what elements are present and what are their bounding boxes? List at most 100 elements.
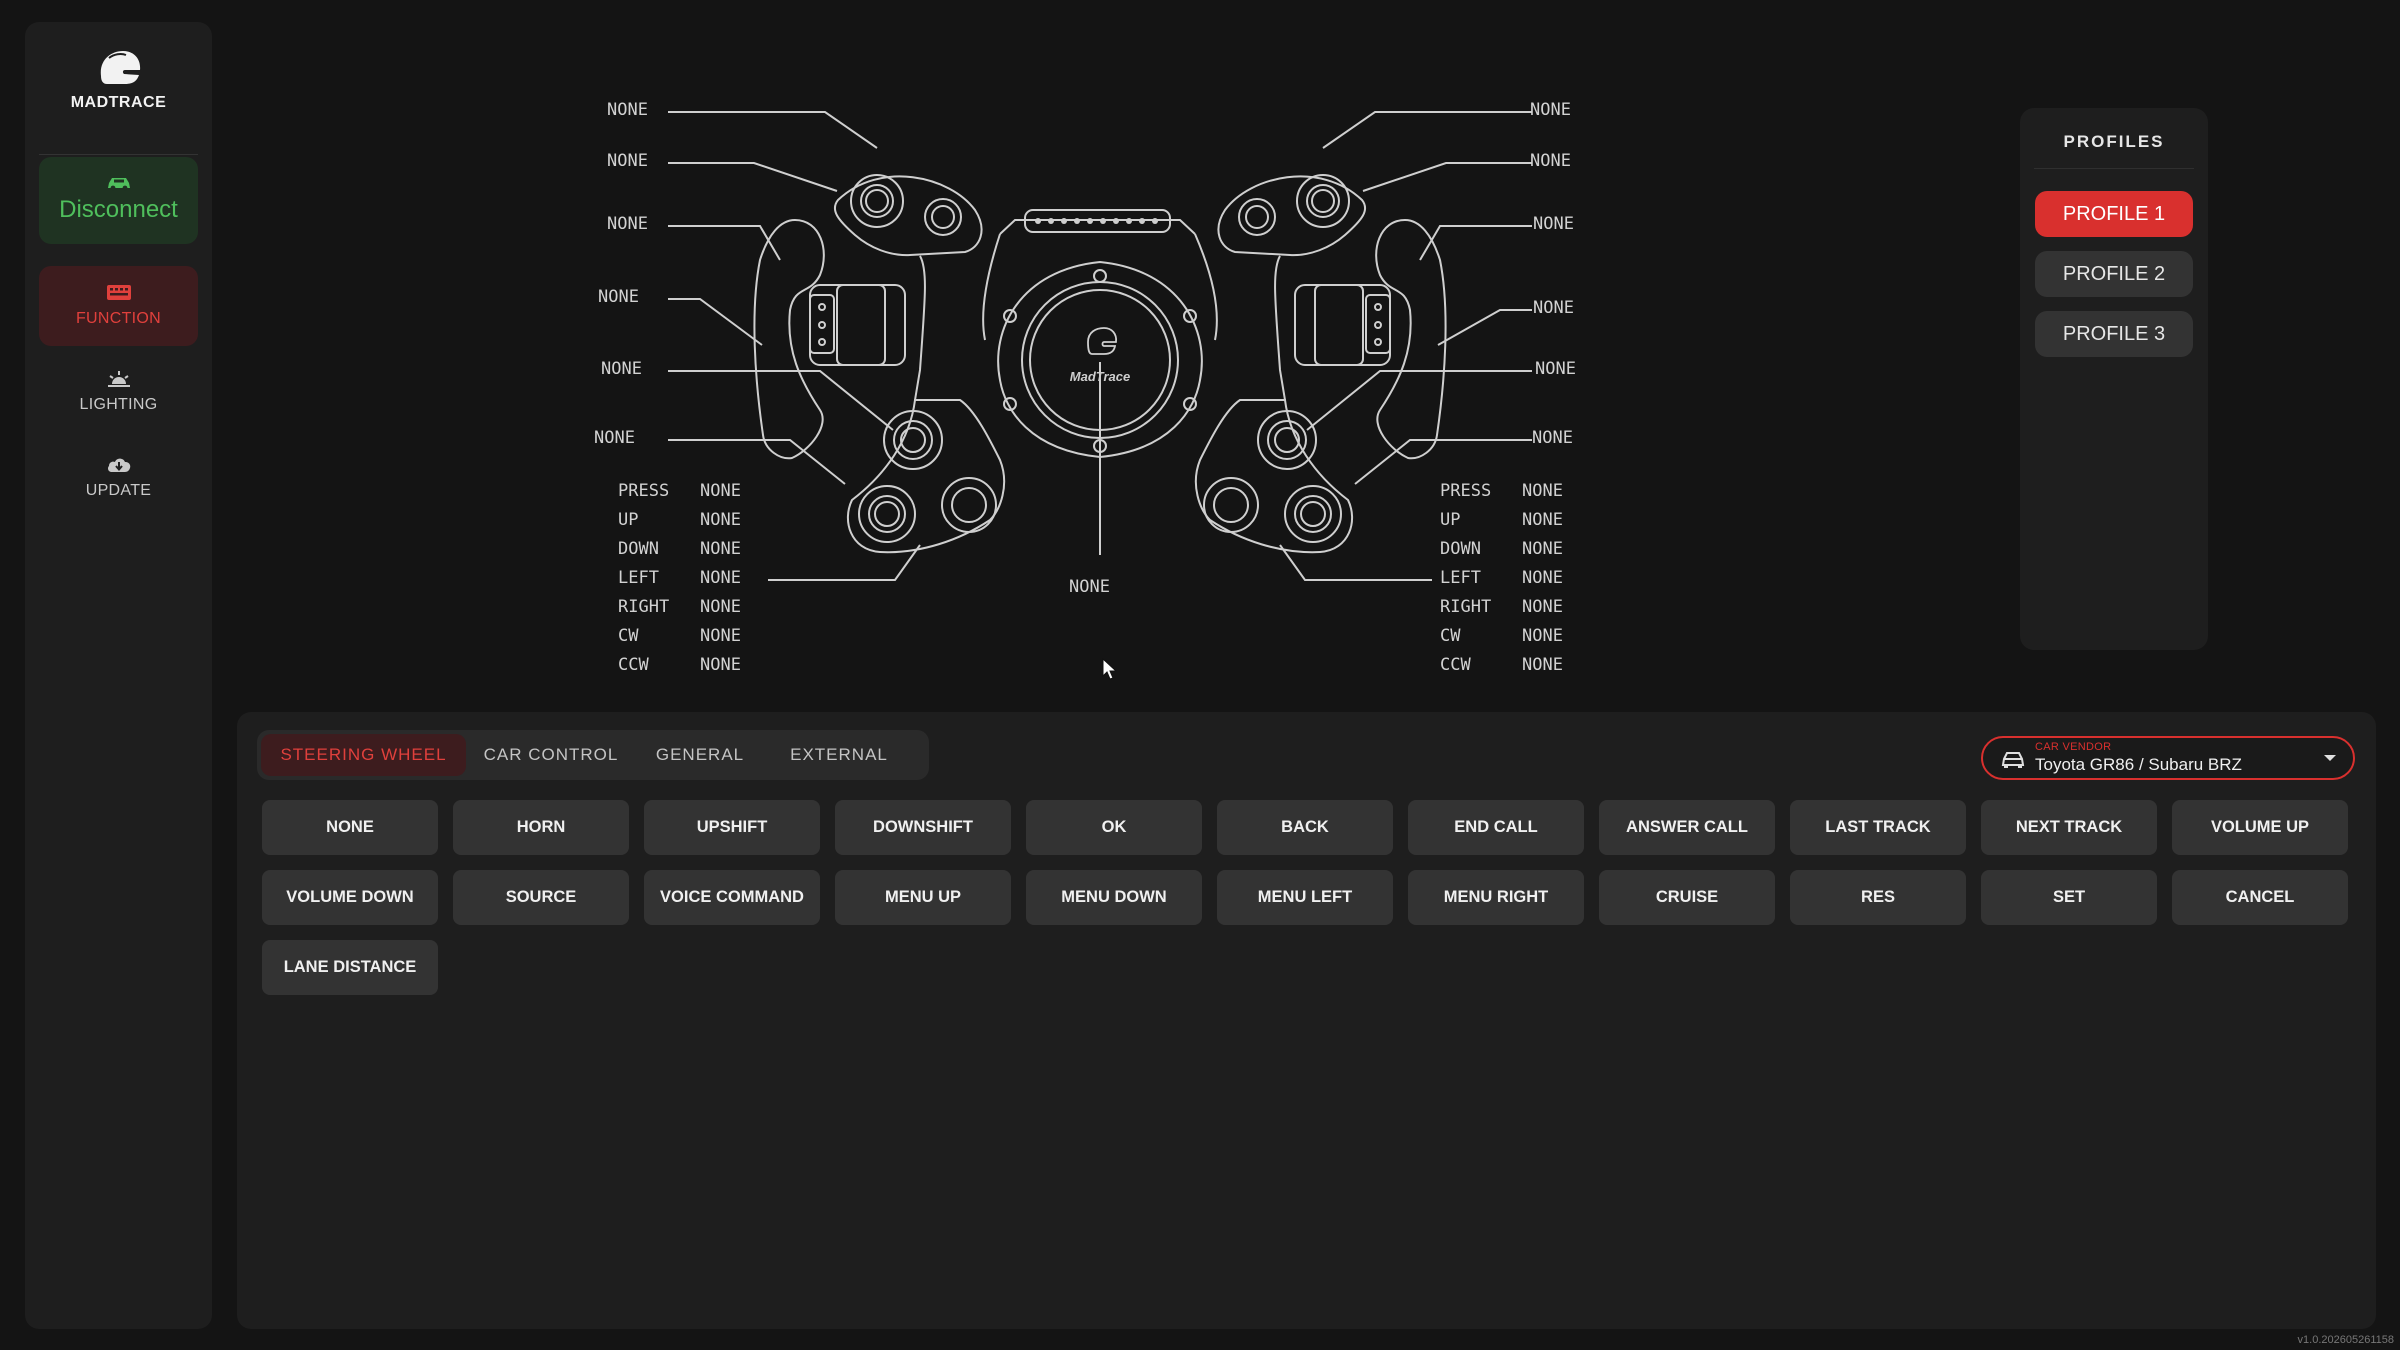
function-button-set[interactable]: SET xyxy=(1981,870,2157,925)
sidebar-item-label: UPDATE xyxy=(85,482,152,499)
encoder-key: CCW xyxy=(618,655,649,675)
cloud-download-icon xyxy=(107,458,130,472)
encoder-key: LEFT xyxy=(1440,568,1481,588)
encoder-row[interactable]: CW NONE xyxy=(1440,622,1563,651)
encoder-row[interactable]: PRESS NONE xyxy=(1440,477,1563,506)
function-button-back[interactable]: BACK xyxy=(1217,800,1393,855)
disconnect-button[interactable]: Disconnect xyxy=(39,157,198,244)
function-button-end-call[interactable]: END CALL xyxy=(1408,800,1584,855)
encoder-value: NONE xyxy=(700,597,741,617)
diagram-label-right-4[interactable]: NONE xyxy=(1533,298,1574,318)
function-button-horn[interactable]: HORN xyxy=(453,800,629,855)
profile-3-button[interactable]: PROFILE 3 xyxy=(2035,311,2193,357)
encoder-value: NONE xyxy=(700,655,741,675)
sidebar-item-label: LIGHTING xyxy=(79,396,158,413)
function-button-answer-call[interactable]: ANSWER CALL xyxy=(1599,800,1775,855)
profile-2-button[interactable]: PROFILE 2 xyxy=(2035,251,2193,297)
logo: MADTRACE xyxy=(25,48,212,112)
mouse-cursor-icon xyxy=(1102,658,1118,680)
function-button-voice-command[interactable]: VOICE COMMAND xyxy=(644,870,820,925)
encoder-key: DOWN xyxy=(1440,539,1481,559)
tab-external[interactable]: EXTERNAL xyxy=(769,734,909,776)
encoder-row[interactable]: RIGHT NONE xyxy=(618,593,741,622)
sidebar-item-update[interactable]: UPDATE xyxy=(39,438,198,518)
function-button-menu-up[interactable]: MENU UP xyxy=(835,870,1011,925)
encoder-value: NONE xyxy=(1522,626,1563,646)
diagram-label-right-3[interactable]: NONE xyxy=(1533,214,1574,234)
encoder-key: RIGHT xyxy=(618,597,670,617)
diagram-label-right-2[interactable]: NONE xyxy=(1530,151,1571,171)
diagram-label-left-4[interactable]: NONE xyxy=(598,287,639,307)
tab-car-control[interactable]: CAR CONTROL xyxy=(471,734,631,776)
helmet-logo-icon xyxy=(100,51,140,84)
function-panel: STEERING WHEEL CAR CONTROL GENERAL EXTER… xyxy=(237,712,2376,1329)
function-button-lane-distance[interactable]: LANE DISTANCE xyxy=(262,940,438,995)
function-button-next-track[interactable]: NEXT TRACK xyxy=(1981,800,2157,855)
function-button-cruise[interactable]: CRUISE xyxy=(1599,870,1775,925)
encoder-key: CW xyxy=(1440,626,1461,646)
diagram-label-right-5[interactable]: NONE xyxy=(1535,359,1576,379)
encoder-value: NONE xyxy=(1522,539,1563,559)
encoder-key: PRESS xyxy=(1440,481,1492,501)
diagram-label-right-6[interactable]: NONE xyxy=(1532,428,1573,448)
function-button-menu-down[interactable]: MENU DOWN xyxy=(1026,870,1202,925)
encoder-row[interactable]: CW NONE xyxy=(618,622,741,651)
profile-1-button[interactable]: PROFILE 1 xyxy=(2035,191,2193,237)
encoder-row[interactable]: LEFT NONE xyxy=(1440,564,1563,593)
function-button-menu-right[interactable]: MENU RIGHT xyxy=(1408,870,1584,925)
diagram-label-left-1[interactable]: NONE xyxy=(607,100,648,120)
sidebar: MADTRACE Disconnect FUNCTION LIGHTING UP… xyxy=(25,22,212,1329)
left-encoder-table: PRESS NONE UP NONE DOWN NONE LEFT NONE RIGHT… xyxy=(618,477,741,680)
diagram-label-left-2[interactable]: NONE xyxy=(607,151,648,171)
brand-name: MADTRACE xyxy=(70,94,167,111)
encoder-value: NONE xyxy=(1522,510,1563,530)
encoder-row[interactable]: RIGHT NONE xyxy=(1440,593,1563,622)
encoder-value: NONE xyxy=(700,510,741,530)
encoder-row[interactable]: CCW NONE xyxy=(618,651,741,680)
function-button-downshift[interactable]: DOWNSHIFT xyxy=(835,800,1011,855)
function-button-volume-up[interactable]: VOLUME UP xyxy=(2172,800,2348,855)
disconnect-label: Disconnect xyxy=(59,196,178,223)
tab-steering-wheel[interactable]: STEERING WHEEL xyxy=(261,734,466,776)
function-button-volume-down[interactable]: VOLUME DOWN xyxy=(262,870,438,925)
encoder-key: RIGHT xyxy=(1440,597,1492,617)
version-label: v1.0.202605261158 xyxy=(2297,1334,2394,1346)
function-button-menu-left[interactable]: MENU LEFT xyxy=(1217,870,1393,925)
function-button-source[interactable]: SOURCE xyxy=(453,870,629,925)
encoder-value: NONE xyxy=(700,539,741,559)
encoder-value: NONE xyxy=(700,481,741,501)
diagram-label-left-5[interactable]: NONE xyxy=(601,359,642,379)
encoder-row[interactable]: LEFT NONE xyxy=(618,564,741,593)
encoder-row[interactable]: CCW NONE xyxy=(1440,651,1563,680)
sidebar-item-lighting[interactable]: LIGHTING xyxy=(39,352,198,432)
encoder-key: LEFT xyxy=(618,568,659,588)
encoder-key: PRESS xyxy=(618,481,670,501)
encoder-row[interactable]: UP NONE xyxy=(618,506,741,535)
function-button-none[interactable]: NONE xyxy=(262,800,438,855)
diagram-label-center[interactable]: NONE xyxy=(1069,577,1110,597)
encoder-value: NONE xyxy=(1522,481,1563,501)
function-button-res[interactable]: RES xyxy=(1790,870,1966,925)
sidebar-item-function[interactable]: FUNCTION xyxy=(39,266,198,346)
encoder-key: DOWN xyxy=(618,539,659,559)
encoder-row[interactable]: PRESS NONE xyxy=(618,477,741,506)
function-button-upshift[interactable]: UPSHIFT xyxy=(644,800,820,855)
right-encoder-table: PRESS NONE UP NONE DOWN NONE LEFT NONE RIGHT… xyxy=(1440,477,1563,680)
car-vendor-caption: CAR VENDOR xyxy=(2035,741,2112,753)
sidebar-divider xyxy=(39,154,198,155)
encoder-value: NONE xyxy=(700,568,741,588)
diagram-label-right-1[interactable]: NONE xyxy=(1530,100,1571,120)
encoder-row[interactable]: DOWN NONE xyxy=(618,535,741,564)
profiles-panel: PROFILES PROFILE 1 PROFILE 2 PROFILE 3 xyxy=(2020,108,2208,650)
encoder-row[interactable]: UP NONE xyxy=(1440,506,1563,535)
tab-general[interactable]: GENERAL xyxy=(635,734,765,776)
diagram-label-left-3[interactable]: NONE xyxy=(607,214,648,234)
function-button-last-track[interactable]: LAST TRACK xyxy=(1790,800,1966,855)
keyboard-icon xyxy=(106,285,131,300)
car-icon xyxy=(2001,752,2025,768)
function-button-cancel[interactable]: CANCEL xyxy=(2172,870,2348,925)
car-vendor-select[interactable]: CAR VENDOR Toyota GR86 / Subaru BRZ xyxy=(1981,736,2355,780)
function-button-ok[interactable]: OK xyxy=(1026,800,1202,855)
diagram-label-left-6[interactable]: NONE xyxy=(594,428,635,448)
encoder-row[interactable]: DOWN NONE xyxy=(1440,535,1563,564)
